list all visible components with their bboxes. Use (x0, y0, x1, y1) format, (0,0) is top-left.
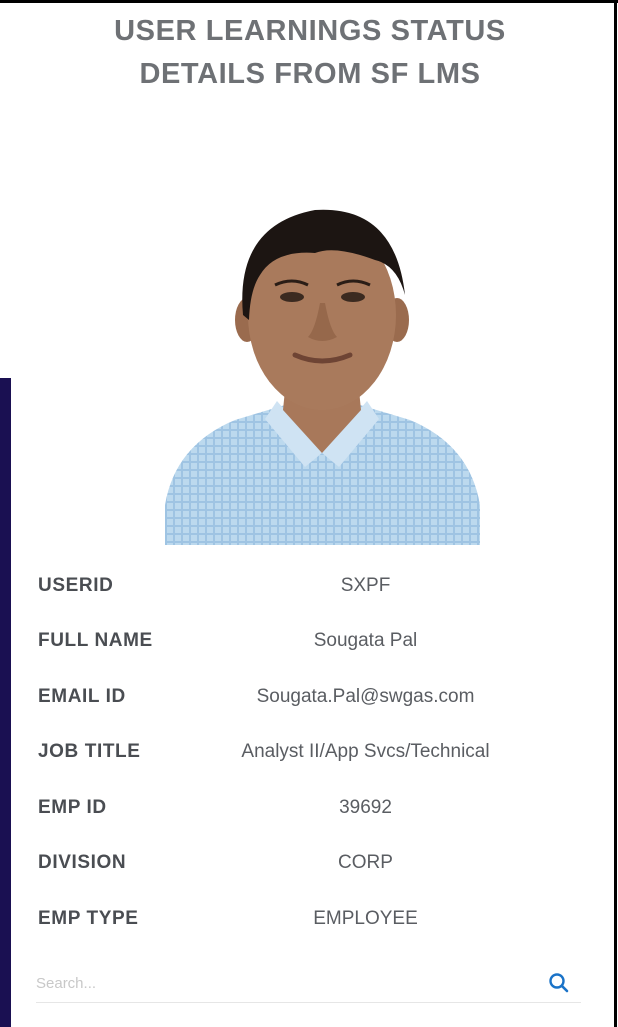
page-title-line-2: DETAILS FROM SF LMS (139, 58, 481, 90)
field-value: EMPLOYEE (313, 908, 418, 929)
field-row-job-title: JOB TITLE Analyst II/App Svcs/Technical (38, 731, 608, 771)
top-border (0, 0, 618, 3)
user-photo (165, 205, 480, 545)
side-panel-band (0, 378, 11, 1027)
field-label: DIVISION (38, 852, 127, 873)
search-input[interactable] (36, 970, 516, 996)
search-icon[interactable] (546, 970, 572, 996)
right-border (614, 0, 617, 1027)
field-label: JOB TITLE (38, 741, 141, 762)
field-value: Analyst II/App Svcs/Technical (241, 741, 490, 762)
field-label: EMP ID (38, 797, 107, 818)
field-value: Sougata.Pal@swgas.com (256, 686, 475, 707)
field-label: EMP TYPE (38, 908, 139, 929)
field-row-emp-type: EMP TYPE EMPLOYEE (38, 898, 608, 938)
field-label: EMAIL ID (38, 686, 126, 707)
field-label: USERID (38, 575, 114, 596)
field-row-email-id: EMAIL ID Sougata.Pal@swgas.com (38, 676, 608, 716)
field-label: FULL NAME (38, 630, 153, 651)
field-value: 39692 (339, 797, 392, 818)
page-title-line-1: USER LEARNINGS STATUS (114, 15, 506, 47)
field-value: Sougata Pal (313, 630, 418, 651)
field-row-full-name: FULL NAME Sougata Pal (38, 620, 608, 660)
field-value: CORP (338, 852, 393, 873)
page-title: USER LEARNINGS STATUS DETAILS FROM SF LM… (20, 10, 600, 96)
field-value: SXPF (340, 575, 391, 596)
field-row-userid: USERID SXPF (38, 565, 608, 605)
search-bar (36, 964, 581, 1003)
field-row-emp-id: EMP ID 39692 (38, 787, 608, 827)
field-row-division: DIVISION CORP (38, 842, 608, 882)
